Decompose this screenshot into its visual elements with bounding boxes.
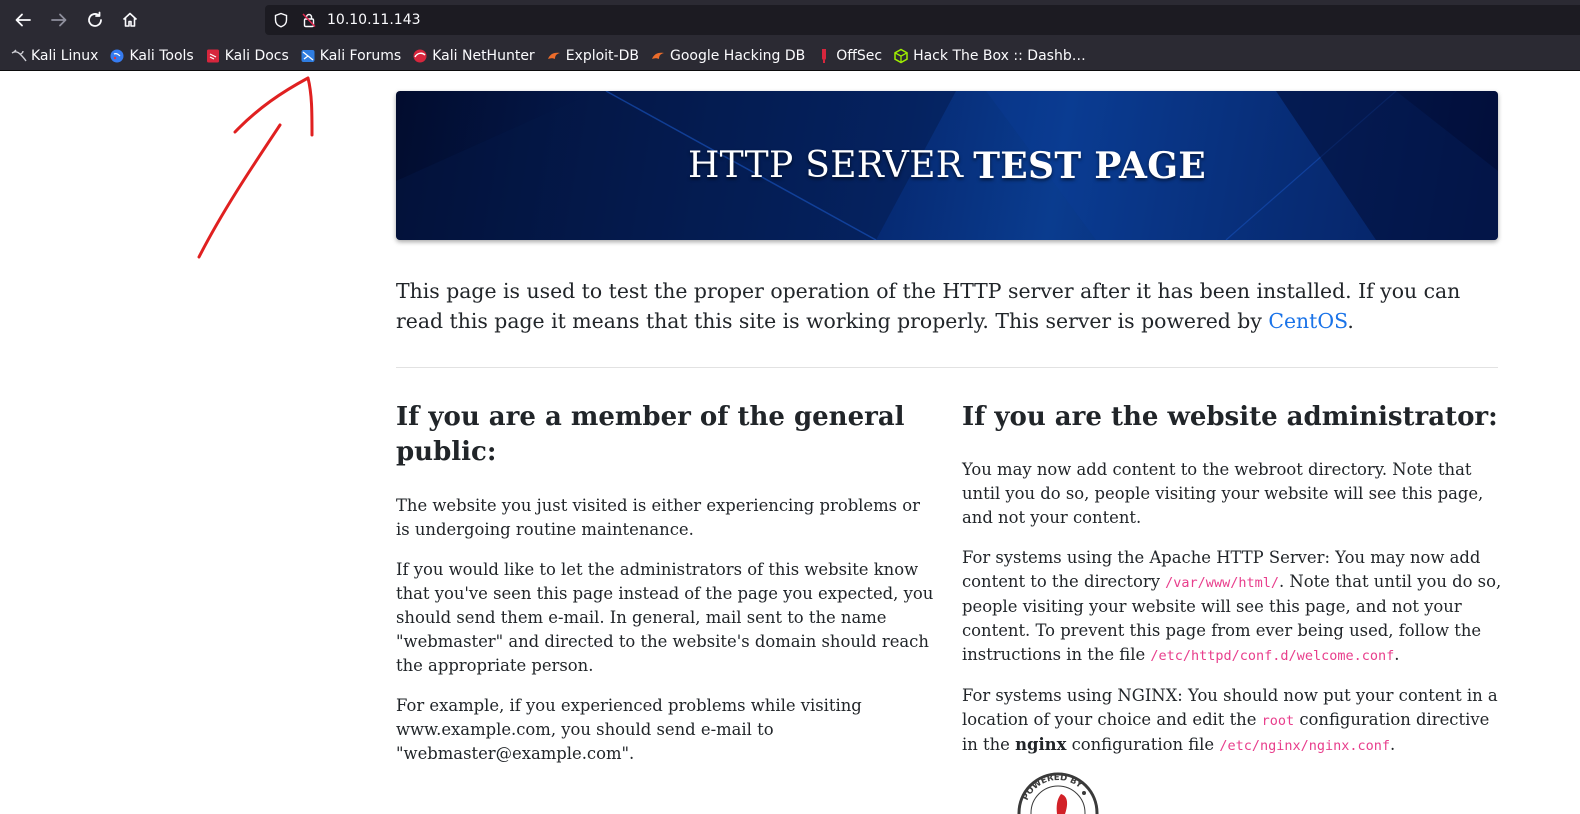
- code-root: root: [1261, 713, 1295, 729]
- banner-title-regular: HTTP SERVER: [687, 145, 964, 186]
- admin-paragraph-1: You may now add content to the webroot d…: [962, 460, 1484, 527]
- offsec-icon: [822, 48, 827, 63]
- admin-heading: If you are the website administrator:: [962, 402, 1498, 432]
- bookmark-kali-tools[interactable]: Kali Tools: [109, 47, 194, 64]
- hackthebox-icon: [894, 48, 908, 63]
- reload-icon: [88, 11, 102, 27]
- admin-paragraph-2: For systems using the Apache HTTP Server…: [962, 546, 1502, 668]
- admin-p3-text-d: .: [1390, 735, 1396, 754]
- kali-dragon-icon: [11, 49, 27, 61]
- bookmark-label: Kali Linux: [31, 47, 99, 64]
- banner-title: HTTP SERVER TEST PAGE: [396, 91, 1498, 240]
- admin-column: If you are the website administrator: Yo…: [962, 400, 1502, 758]
- header-banner: HTTP SERVER TEST PAGE: [396, 91, 1498, 240]
- arrow-right-icon: [51, 13, 67, 27]
- intro-paragraph: This page is used to test the proper ope…: [396, 276, 1498, 336]
- browser-toolbar: 10.10.11.143: [0, 0, 1580, 41]
- home-button[interactable]: [116, 6, 144, 34]
- bookmark-google-hacking-db[interactable]: Google Hacking DB: [650, 48, 805, 64]
- bookmark-exploit-db[interactable]: Exploit-DB: [546, 48, 639, 64]
- back-button[interactable]: [9, 6, 37, 34]
- bookmark-label: Kali Docs: [224, 47, 289, 64]
- nginx-bold: nginx: [1015, 735, 1067, 754]
- public-paragraph-2: If you would like to let the administrat…: [396, 560, 934, 675]
- exploit-db-icon: [547, 52, 560, 59]
- kali-docs-icon: [206, 49, 219, 62]
- code-welcome-conf: /etc/httpd/conf.d/welcome.conf: [1150, 648, 1395, 664]
- insecure-lock-icon[interactable]: [301, 12, 317, 28]
- bookmarks-bar: Kali Linux Kali Tools Kali Docs Kali For…: [0, 41, 1580, 71]
- kali-tools-icon: [110, 49, 124, 62]
- code-nginx-conf: /etc/nginx/nginx.conf: [1219, 738, 1390, 754]
- powered-by-badge[interactable]: POWERED BY: [1017, 772, 1099, 814]
- ghdb-icon: [651, 52, 664, 59]
- bookmark-label: Google Hacking DB: [669, 47, 806, 64]
- home-icon: [122, 12, 138, 27]
- intro-end: .: [1347, 309, 1354, 333]
- kali-forums-icon: [301, 49, 315, 62]
- url-text[interactable]: 10.10.11.143: [327, 5, 421, 35]
- bookmark-label: OffSec: [836, 47, 883, 64]
- bookmark-label: Exploit-DB: [565, 47, 639, 64]
- url-bar[interactable]: 10.10.11.143: [265, 5, 1580, 35]
- public-heading: If you are a member of the general publi…: [396, 402, 905, 467]
- arrow-left-icon: [15, 13, 31, 27]
- bookmark-kali-forums[interactable]: Kali Forums: [300, 48, 401, 64]
- bookmark-kali-docs[interactable]: Kali Docs: [205, 48, 289, 64]
- public-paragraph-1: The website you just visited is either e…: [396, 496, 920, 539]
- public-column: If you are a member of the general publi…: [396, 400, 936, 766]
- admin-p2-text-c: .: [1394, 645, 1400, 664]
- centos-link[interactable]: CentOS: [1268, 309, 1347, 333]
- banner-title-bold: TEST PAGE: [973, 144, 1207, 187]
- code-var-www-html: /var/www/html/: [1165, 575, 1279, 591]
- section-divider: [396, 367, 1498, 368]
- bookmark-label: Kali Tools: [129, 47, 194, 64]
- admin-p3-text-c: configuration file: [1066, 735, 1220, 754]
- bookmark-label: Kali NetHunter: [432, 47, 535, 64]
- admin-paragraph-3: For systems using NGINX: You should now …: [962, 684, 1502, 758]
- forward-button[interactable]: [45, 6, 73, 34]
- bookmark-kali-linux[interactable]: Kali Linux: [11, 48, 98, 64]
- bookmark-label: Hack The Box :: Dashb…: [913, 47, 1086, 64]
- bookmark-label: Kali Forums: [319, 47, 402, 64]
- shield-icon[interactable]: [273, 12, 289, 28]
- bookmark-offsec[interactable]: OffSec: [816, 48, 882, 64]
- bookmark-kali-nethunter[interactable]: Kali NetHunter: [412, 47, 535, 64]
- kali-nethunter-icon: [413, 49, 427, 62]
- public-paragraph-3: For example, if you experienced problems…: [396, 696, 862, 763]
- bookmark-hack-the-box[interactable]: Hack The Box :: Dashb…: [893, 48, 1086, 64]
- reload-button[interactable]: [81, 6, 109, 34]
